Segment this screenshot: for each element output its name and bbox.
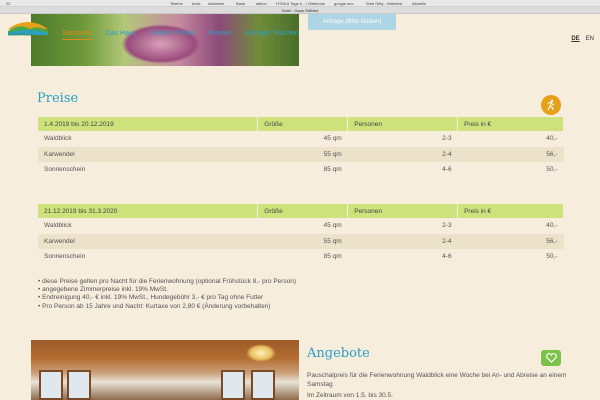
table-cell: Waldblick <box>44 135 72 143</box>
angebote-subtext: Im Zeitraum von 1.5. bis 30.5. <box>307 392 393 399</box>
table-cell: 4-6 <box>442 253 452 261</box>
table-row: Sonnenschein 85 qm 4-6 50,- <box>38 249 564 265</box>
angebote-text: Pauschalpreis für die Ferienwohnung Wald… <box>307 372 567 400</box>
list-item: diese Preise gelten pro Nacht für die Fe… <box>38 278 296 286</box>
table-row: Sonnenschein 85 qm 4-6 50,- <box>38 162 564 178</box>
photo-lamp <box>246 344 276 362</box>
table-cell: Sonnenschein <box>44 253 86 261</box>
bookmark-item[interactable]: aktion <box>256 1 267 6</box>
main-nav: Startseite Das Haus FeWo / Preise Freize… <box>62 30 299 40</box>
bookmark-item[interactable]: Telefon <box>170 1 183 6</box>
table-cell: 45 qm <box>323 135 342 143</box>
photo-window <box>221 370 245 400</box>
column-header: Preis in € <box>457 204 564 218</box>
table-row: Karwendel 55 qm 2-4 56,- <box>38 146 564 162</box>
table-cell: Sonnenschein <box>44 166 86 174</box>
bookmark-item[interactable]: Aktuelles <box>208 1 224 6</box>
photo-window <box>251 370 275 400</box>
table-cell: 56,- <box>546 237 558 245</box>
table-row: Waldblick 45 qm 2-3 40,- <box>38 131 564 147</box>
column-header: 21.12.2019 bis 31.3.2020 <box>38 204 259 218</box>
section-title-preise: Preise <box>37 91 79 106</box>
table-cell: 40,- <box>546 135 558 143</box>
table-cell: 45 qm <box>323 222 342 230</box>
table-cell: 85 qm <box>323 166 342 174</box>
list-item: Pro Person ab 15 Jahre und Nacht: Kurtax… <box>38 303 296 311</box>
price-table-season-1: 1.4.2019 bis 20.12.2019 Größe Personen P… <box>38 117 564 178</box>
nav-item-kontakt-buchen[interactable]: Kontakt / Buchen <box>245 30 298 40</box>
nav-item-freizeit[interactable]: Freizeit <box>209 30 232 40</box>
language-switcher: DE EN <box>571 36 594 42</box>
table-cell: 55 qm <box>323 237 342 245</box>
site-header: Gästehaus Startseite Das Haus FeWo / Pre… <box>0 14 600 42</box>
bookmark-item[interactable]: Bank <box>236 1 245 6</box>
photo-window <box>67 370 91 400</box>
table-header-row: 21.12.2019 bis 31.3.2020 Größe Personen … <box>38 204 564 218</box>
column-header: 1.4.2019 bis 20.12.2019 <box>38 117 259 131</box>
table-cell: 2-3 <box>442 222 452 230</box>
lang-de[interactable]: DE <box>571 36 579 42</box>
price-notes-list: diese Preise gelten pro Nacht für die Fe… <box>38 278 296 311</box>
nav-item-startseite[interactable]: Startseite <box>62 30 92 40</box>
column-header: Größe <box>257 117 349 131</box>
column-header: Größe <box>257 204 349 218</box>
list-item: angegebene Zimmerpreise inkl. 19% MwSt. <box>38 286 296 294</box>
table-cell: 4-6 <box>442 166 452 174</box>
table-cell: 2-3 <box>442 135 452 143</box>
table-cell: Waldblick <box>44 222 72 230</box>
hiker-glyph-icon <box>547 99 555 111</box>
table-cell: 85 qm <box>323 253 342 261</box>
table-cell: 40,- <box>546 222 558 230</box>
list-item: Endreinigung 40,- € inkl. 19% MwSt., Hun… <box>38 294 296 302</box>
table-row: Karwendel 55 qm 2-4 56,- <box>38 233 564 249</box>
price-table-season-2: 21.12.2019 bis 31.3.2020 Größe Personen … <box>38 204 564 265</box>
bookmark-item[interactable]: tools <box>192 1 200 6</box>
table-cell: 55 qm <box>323 150 342 158</box>
logo-text: Gästehaus <box>8 32 35 38</box>
heart-icon <box>541 350 561 366</box>
table-header-row: 1.4.2019 bis 20.12.2019 Größe Personen P… <box>38 117 564 131</box>
table-cell: 50,- <box>546 166 558 174</box>
table-cell: Karwendel <box>44 237 75 245</box>
angebote-description: Pauschalpreis für die Ferienwohnung Wald… <box>307 372 567 388</box>
heart-glyph-icon <box>545 353 557 363</box>
browser-bookmarks-bar: 22 Telefon tools Aktuelles Bank aktion H… <box>0 0 600 7</box>
bookmark-item[interactable]: Web Gifty - Watchist <box>366 1 402 6</box>
lang-en[interactable]: EN <box>586 36 594 42</box>
table-cell: 56,- <box>546 150 558 158</box>
table-cell: 2-4 <box>442 237 452 245</box>
column-header: Personen <box>347 204 459 218</box>
section-title-angebote: Angebote <box>307 346 370 361</box>
browser-clock: 22 <box>6 1 11 6</box>
column-header: Personen <box>347 117 459 131</box>
photo-window <box>39 370 63 400</box>
hiking-icon <box>541 95 561 115</box>
bookmark-item[interactable]: HTML5 Tags li... / Webtools <box>276 1 325 6</box>
table-cell: 2-4 <box>442 150 452 158</box>
bookmark-item[interactable]: Aktuelle <box>412 1 426 6</box>
bookmark-item[interactable]: google.seo <box>334 1 354 6</box>
nav-item-fewo-preise[interactable]: FeWo / Preise <box>150 30 194 40</box>
table-cell: 50,- <box>546 253 558 261</box>
table-cell: Karwendel <box>44 150 75 158</box>
nav-item-das-haus[interactable]: Das Haus <box>106 30 137 40</box>
column-header: Preis in € <box>457 117 564 131</box>
browser-tab-title[interactable]: Hotel - Haus Stilfried <box>0 7 600 14</box>
room-photo <box>31 340 299 400</box>
table-row: Waldblick 45 qm 2-3 40,- <box>38 218 564 234</box>
